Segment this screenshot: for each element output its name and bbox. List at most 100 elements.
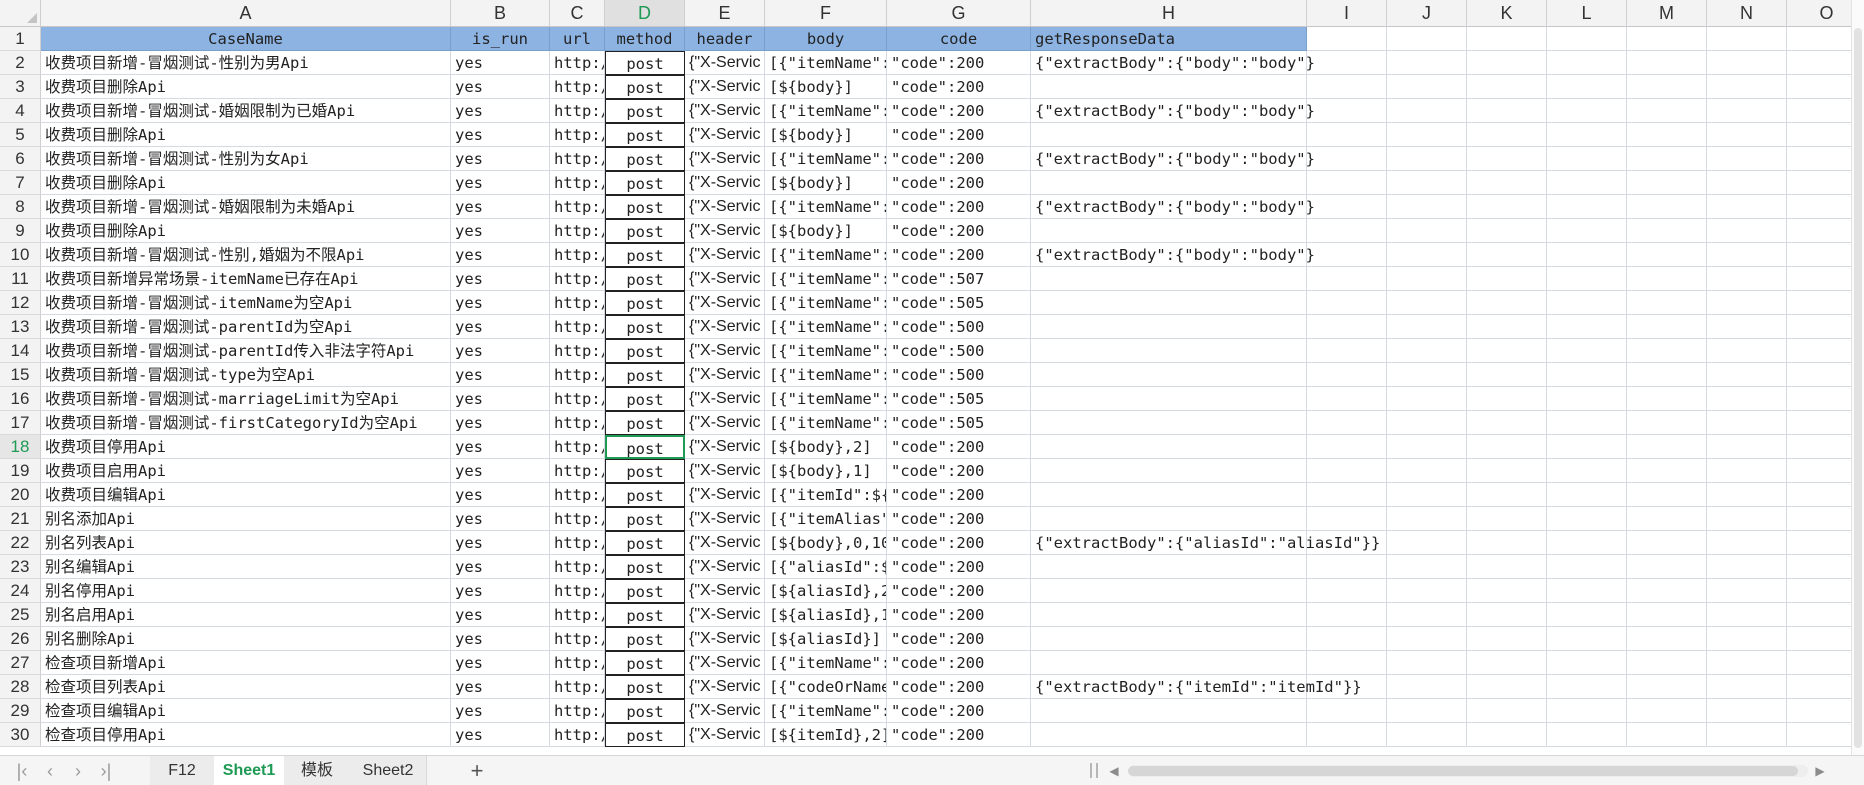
url-cell[interactable]: http:/ (550, 147, 605, 171)
code-cell[interactable]: "code":200 (887, 219, 1031, 243)
row-header[interactable]: 8 (0, 195, 41, 219)
empty-cell[interactable] (1387, 531, 1467, 555)
empty-cell[interactable] (1467, 411, 1547, 435)
is-run-cell[interactable]: yes (451, 627, 550, 651)
header-cell[interactable]: {"X-Servic (685, 99, 765, 123)
horizontal-scroll-thumb[interactable] (1128, 766, 1798, 776)
is-run-cell[interactable]: yes (451, 699, 550, 723)
header-cell-getresponsedata[interactable]: getResponseData (1031, 27, 1307, 51)
empty-cell[interactable] (1627, 579, 1707, 603)
header-cell[interactable]: {"X-Servic (685, 579, 765, 603)
empty-cell[interactable] (1467, 267, 1547, 291)
header-cell[interactable]: {"X-Servic (685, 339, 765, 363)
empty-cell[interactable] (1627, 723, 1707, 747)
body-cell[interactable]: [{"itemName": (765, 339, 887, 363)
row-header[interactable]: 20 (0, 483, 41, 507)
empty-cell[interactable] (1547, 627, 1627, 651)
empty-cell[interactable] (1707, 339, 1787, 363)
empty-cell[interactable] (1547, 555, 1627, 579)
empty-cell[interactable] (1467, 219, 1547, 243)
empty-cell[interactable] (1707, 291, 1787, 315)
code-cell[interactable]: "code":200 (887, 483, 1031, 507)
row-header[interactable]: 11 (0, 267, 41, 291)
is-run-cell[interactable]: yes (451, 315, 550, 339)
body-cell[interactable]: [{"itemName": (765, 363, 887, 387)
response-data-cell[interactable]: {"extractBody":{"body":"body"} (1031, 99, 1315, 123)
case-name-cell[interactable]: 收费项目新增-冒烟测试-type为空Api (41, 363, 451, 387)
row-header[interactable]: 29 (0, 699, 41, 723)
empty-cell[interactable] (1627, 51, 1707, 75)
case-name-cell[interactable]: 收费项目新增-冒烟测试-parentId传入非法字符Api (41, 339, 451, 363)
empty-cell[interactable] (1627, 627, 1707, 651)
header-cell[interactable]: {"X-Servic (685, 435, 765, 459)
is-run-cell[interactable]: yes (451, 483, 550, 507)
response-data-cell[interactable] (1031, 171, 1307, 195)
case-name-cell[interactable]: 收费项目新增-冒烟测试-性别,婚姻为不限Api (41, 243, 451, 267)
empty-cell[interactable] (1627, 675, 1707, 699)
row-header[interactable]: 5 (0, 123, 41, 147)
empty-cell[interactable] (1707, 171, 1787, 195)
header-cell[interactable]: {"X-Servic (685, 675, 765, 699)
row-header[interactable]: 18 (0, 435, 41, 459)
response-data-cell[interactable] (1031, 219, 1307, 243)
empty-cell[interactable] (1387, 27, 1467, 51)
empty-cell[interactable] (1627, 147, 1707, 171)
first-sheet-icon[interactable]: |‹ (8, 758, 36, 784)
response-data-cell[interactable] (1031, 483, 1307, 507)
empty-cell[interactable] (1627, 243, 1707, 267)
header-cell[interactable]: {"X-Servic (685, 507, 765, 531)
response-data-cell[interactable] (1031, 339, 1307, 363)
row-header[interactable]: 2 (0, 51, 41, 75)
empty-cell[interactable] (1467, 531, 1547, 555)
empty-cell[interactable] (1547, 147, 1627, 171)
case-name-cell[interactable]: 收费项目启用Api (41, 459, 451, 483)
empty-cell[interactable] (1387, 51, 1467, 75)
url-cell[interactable]: http:/ (550, 339, 605, 363)
row-header[interactable]: 13 (0, 315, 41, 339)
header-cell[interactable]: {"X-Servic (685, 147, 765, 171)
column-header-m[interactable]: M (1627, 0, 1707, 27)
header-cell[interactable]: {"X-Servic (685, 291, 765, 315)
empty-cell[interactable] (1547, 363, 1627, 387)
method-cell[interactable]: post (605, 99, 685, 123)
body-cell[interactable]: [{"itemName": (765, 315, 887, 339)
url-cell[interactable]: http:/ (550, 51, 605, 75)
is-run-cell[interactable]: yes (451, 363, 550, 387)
code-cell[interactable]: "code":200 (887, 147, 1031, 171)
header-cell[interactable]: {"X-Servic (685, 651, 765, 675)
row-header[interactable]: 4 (0, 99, 41, 123)
method-cell[interactable]: post (605, 219, 685, 243)
is-run-cell[interactable]: yes (451, 555, 550, 579)
add-sheet-icon[interactable]: + (463, 756, 491, 785)
empty-cell[interactable] (1467, 51, 1547, 75)
row-header[interactable]: 16 (0, 387, 41, 411)
method-cell[interactable]: post (605, 291, 685, 315)
tab-split-grip[interactable] (1096, 763, 1098, 778)
url-cell[interactable]: http:/ (550, 123, 605, 147)
empty-cell[interactable] (1707, 363, 1787, 387)
header-cell[interactable]: {"X-Servic (685, 723, 765, 747)
empty-cell[interactable] (1627, 699, 1707, 723)
case-name-cell[interactable]: 收费项目停用Api (41, 435, 451, 459)
body-cell[interactable]: [{"itemAlias" (765, 507, 887, 531)
empty-cell[interactable] (1707, 411, 1787, 435)
url-cell[interactable]: http:/ (550, 435, 605, 459)
empty-cell[interactable] (1547, 579, 1627, 603)
empty-cell[interactable] (1387, 75, 1467, 99)
header-cell[interactable]: {"X-Servic (685, 75, 765, 99)
code-cell[interactable]: "code":200 (887, 51, 1031, 75)
empty-cell[interactable] (1547, 339, 1627, 363)
row-header[interactable]: 30 (0, 723, 41, 747)
empty-cell[interactable] (1627, 363, 1707, 387)
response-data-cell[interactable] (1031, 507, 1307, 531)
header-cell[interactable]: {"X-Servic (685, 387, 765, 411)
row-header[interactable]: 24 (0, 579, 41, 603)
url-cell[interactable]: http:/ (550, 99, 605, 123)
response-data-cell[interactable] (1031, 555, 1307, 579)
empty-cell[interactable] (1467, 99, 1547, 123)
method-cell[interactable]: post (605, 411, 685, 435)
row-header[interactable]: 23 (0, 555, 41, 579)
url-cell[interactable]: http:/ (550, 531, 605, 555)
empty-cell[interactable] (1467, 483, 1547, 507)
method-cell[interactable]: post (605, 675, 685, 699)
